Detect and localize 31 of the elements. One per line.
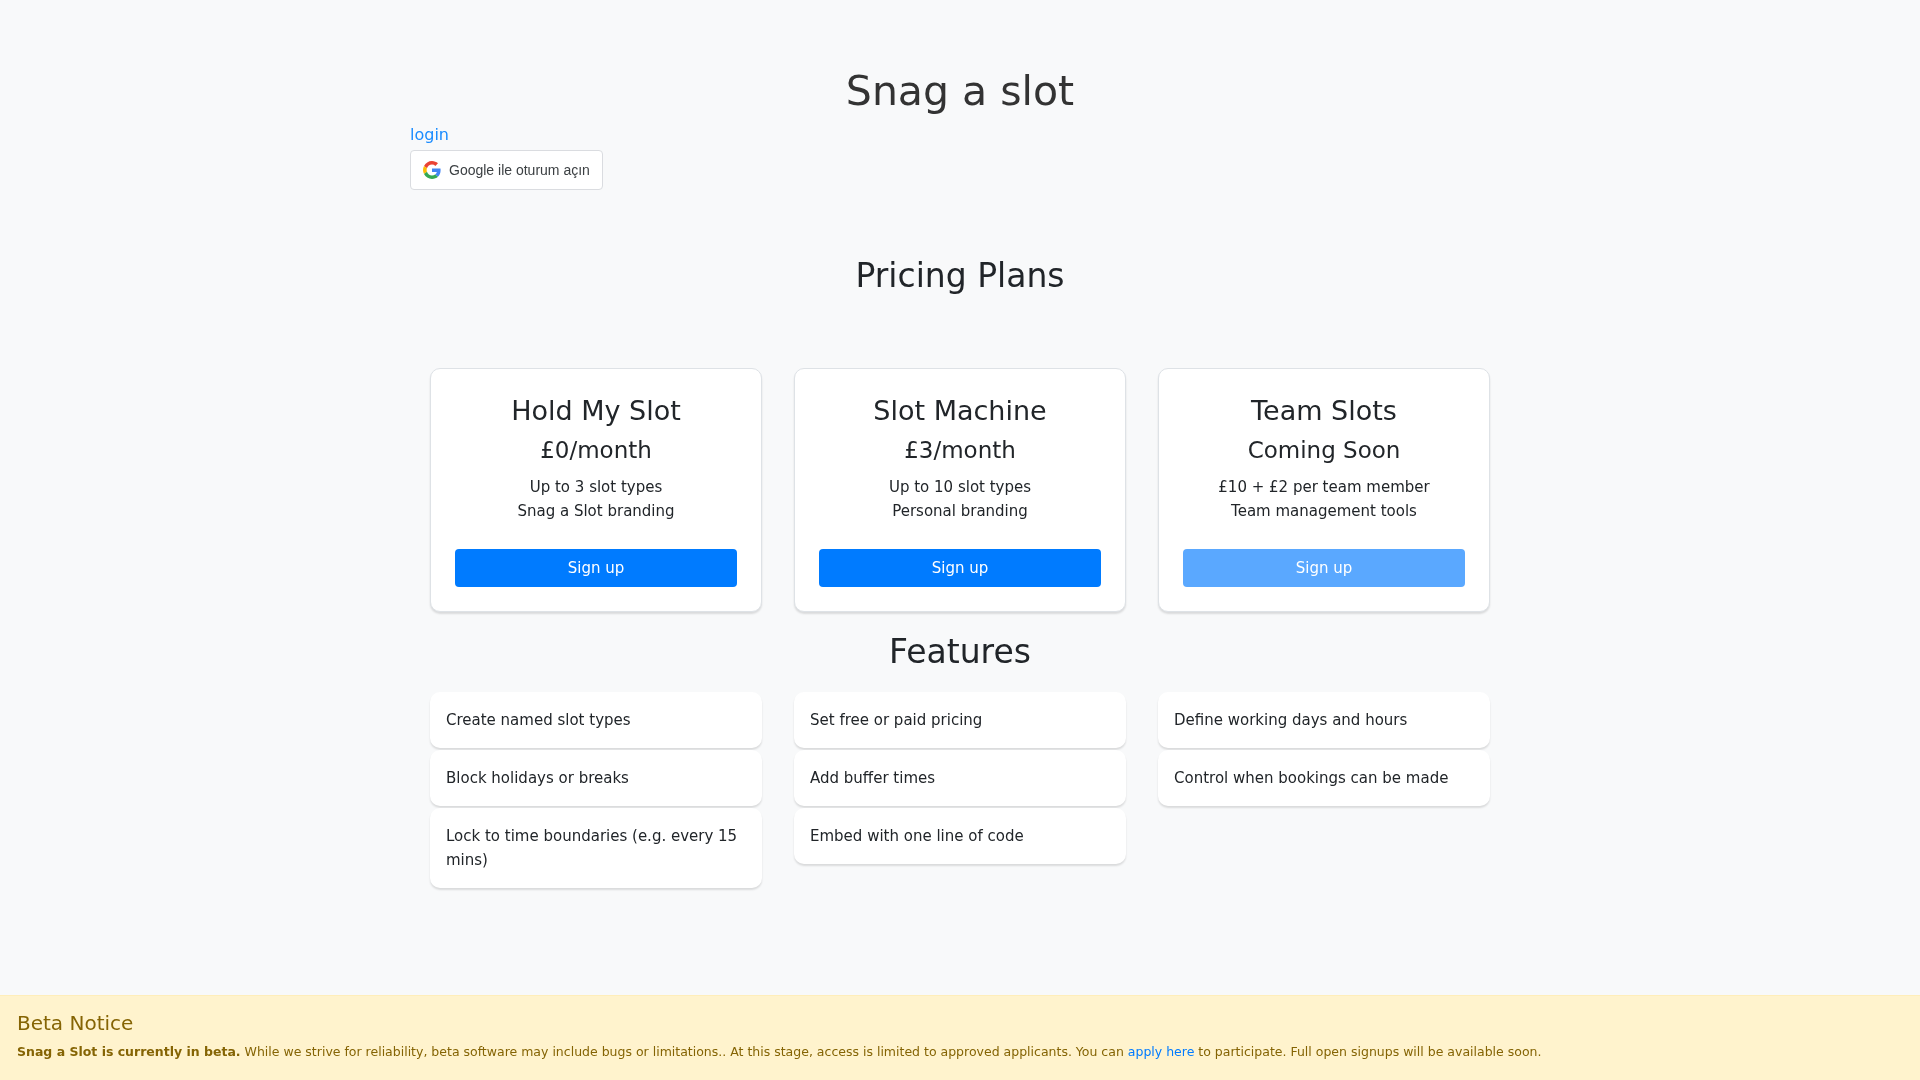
plan-feature: Team management tools	[1231, 501, 1417, 522]
plan-feature: Snag a Slot branding	[517, 501, 675, 522]
login-link[interactable]: login	[410, 124, 449, 146]
feature-card: Control when bookings can be made	[1158, 750, 1490, 806]
plan-feature: Up to 10 slot types	[888, 477, 1032, 498]
feature-card: Add buffer times	[794, 750, 1126, 806]
plan-name: Hold My Slot	[511, 394, 681, 428]
google-sign-in-button[interactable]: Google ile oturum açın	[410, 150, 603, 190]
plan-feature: Personal branding	[892, 501, 1028, 522]
feature-card: Define working days and hours	[1158, 692, 1490, 748]
google-logo-icon	[423, 161, 441, 179]
sign-up-button[interactable]: Sign up	[455, 549, 737, 587]
section-heading: Features	[888, 631, 1032, 673]
plan-price: £0/month	[540, 436, 652, 465]
plan-price: £3/month	[904, 436, 1016, 465]
feature-card: Block holidays or breaks	[430, 750, 762, 806]
plan-name: Team Slots	[1251, 394, 1397, 428]
plan-feature: Up to 3 slot types	[529, 477, 663, 498]
plan-feature: £10 + £2 per team member	[1218, 477, 1430, 498]
plan-name: Slot Machine	[873, 394, 1047, 428]
plan-price: Coming Soon	[1247, 436, 1401, 465]
apply-link[interactable]: apply here	[1127, 1044, 1195, 1059]
feature-card: Create named slot types	[430, 692, 762, 748]
sign-up-button[interactable]: Sign up	[819, 549, 1101, 587]
section-heading: Pricing Plans	[854, 255, 1066, 297]
notice-title: Beta Notice	[17, 1010, 135, 1036]
feature-card: Set free or paid pricing	[794, 692, 1126, 748]
notice-text: Snag a Slot is currently in beta. While we strive for reliability, beta software may include bugs or limitations.. At this stage, access is limited to approved applicants. You can apply here to participate. Full open signups will be available soon.	[17, 1044, 1543, 1059]
page-title: Snag a slot	[844, 66, 1076, 117]
feature-card: Embed with one line of code	[794, 808, 1126, 864]
feature-card: Lock to time boundaries (e.g. every 15 mins)	[430, 808, 762, 888]
